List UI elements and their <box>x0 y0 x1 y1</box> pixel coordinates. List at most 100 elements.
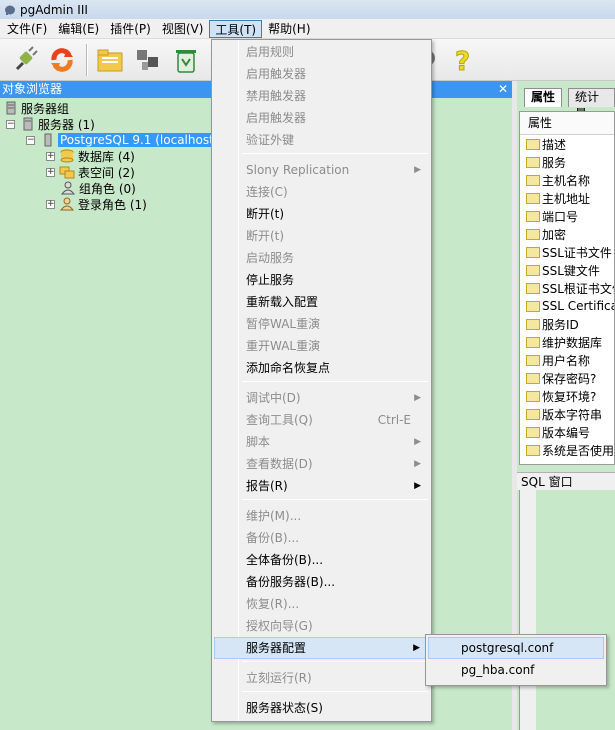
property-row[interactable]: 版本编号 <box>520 423 614 441</box>
menu-item-add-restore-point[interactable]: 添加命名恢复点 <box>214 357 429 379</box>
property-row[interactable]: 用户名称 <box>520 351 614 369</box>
property-row[interactable]: 系统是否使用 <box>520 441 614 459</box>
menu-item-reload-config[interactable]: 重新载入配置 <box>214 291 429 313</box>
plug-icon[interactable] <box>6 42 42 78</box>
menu-item-enable-rules[interactable]: 启用规则 <box>214 41 429 63</box>
menu-item-slony-replication[interactable]: Slony Replication ▶ <box>214 159 429 181</box>
menu-item-enable-triggers-2[interactable]: 启用触发器 <box>214 107 429 129</box>
menu-item-label: 服务器状态(S) <box>246 701 323 715</box>
help-icon[interactable]: ? <box>444 42 480 78</box>
property-icon <box>526 372 540 384</box>
expand-icon[interactable]: + <box>46 199 55 209</box>
property-icon <box>526 264 540 276</box>
sql-gutter <box>520 490 536 730</box>
menu-item-server-status[interactable]: 服务器状态(S) <box>214 697 429 719</box>
menu-item-query-tool[interactable]: 查询工具(Q) Ctrl-E <box>214 409 429 431</box>
menu-item-connect[interactable]: 连接(C) <box>214 181 429 203</box>
panel-splitter[interactable] <box>512 81 517 730</box>
menu-item-debugging[interactable]: 调试中(D) ▶ <box>214 387 429 409</box>
menu-item-label: 授权向导(G) <box>246 619 313 633</box>
menu-item-stop-service[interactable]: 停止服务 <box>214 269 429 291</box>
property-row[interactable]: 服务 <box>520 153 614 171</box>
property-row[interactable]: 服务ID <box>520 315 614 333</box>
menu-item-label: 恢复(R)... <box>246 597 300 611</box>
property-row[interactable]: 恢复环境? <box>520 387 614 405</box>
property-row[interactable]: 主机地址 <box>520 189 614 207</box>
sql-pane[interactable] <box>519 490 615 730</box>
menu-view[interactable]: 视图(V) <box>157 20 209 38</box>
property-row[interactable]: 主机名称 <box>520 171 614 189</box>
menu-item-maintenance[interactable]: 维护(M)... <box>214 505 429 527</box>
menu-item-enable-triggers-1[interactable]: 启用触发器 <box>214 63 429 85</box>
property-row[interactable]: SSL证书文件 <box>520 243 614 261</box>
tree-node-server-group[interactable]: 服务器组 <box>4 100 69 116</box>
menu-item-view-data[interactable]: 查看数据(D) ▶ <box>214 453 429 475</box>
submenu-item-postgresql-conf[interactable]: postgresql.conf <box>428 637 604 659</box>
property-icon <box>526 426 540 438</box>
menu-item-restore[interactable]: 恢复(R)... <box>214 593 429 615</box>
menu-item-resume-wal-replay[interactable]: 重开WAL重演 <box>214 335 429 357</box>
menu-item-backup-globals[interactable]: 全体备份(B)... <box>214 549 429 571</box>
tree-node-group-roles[interactable]: 组角色 (0) <box>60 180 136 196</box>
menu-item-label: 重开WAL重演 <box>246 339 321 353</box>
property-row[interactable]: 加密 <box>520 225 614 243</box>
menu-item-backup-server[interactable]: 备份服务器(B)... <box>214 571 429 593</box>
property-row[interactable]: 端口号 <box>520 207 614 225</box>
menu-item-run-now[interactable]: 立刻运行(R) <box>214 667 429 689</box>
menu-item-pause-wal-replay[interactable]: 暂停WAL重演 <box>214 313 429 335</box>
menu-item-label: 验证外键 <box>246 133 295 147</box>
menu-item-reports[interactable]: 报告(R) ▶ <box>214 475 429 497</box>
property-label: 服务ID <box>542 317 579 332</box>
menu-item-disconnect-1[interactable]: 断开(t) <box>214 203 429 225</box>
menu-plugins[interactable]: 插件(P) <box>105 20 156 38</box>
menu-item-validate-fk[interactable]: 验证外键 <box>214 129 429 151</box>
menu-item-label: 查询工具(Q) <box>246 413 313 427</box>
property-row[interactable]: 保存密码? <box>520 369 614 387</box>
menu-separator <box>242 661 428 662</box>
close-icon[interactable]: ✕ <box>498 81 508 98</box>
property-icon <box>526 192 540 204</box>
menu-item-disable-triggers[interactable]: 禁用触发器 <box>214 85 429 107</box>
property-label: 服务 <box>542 155 567 170</box>
objects-icon[interactable] <box>130 42 166 78</box>
elephant-app-icon <box>5 5 15 15</box>
tree-node-databases[interactable]: + 数据库 (4) <box>46 148 135 164</box>
property-label: 恢复环境? <box>542 389 597 404</box>
property-row[interactable]: 版本字符串 <box>520 405 614 423</box>
tree-node-login-roles[interactable]: + 登录角色 (1) <box>46 196 147 212</box>
menu-separator <box>242 691 428 692</box>
menu-item-server-config[interactable]: 服务器配置 ▶ <box>214 637 429 659</box>
collapse-icon[interactable]: − <box>26 135 35 145</box>
tab-statistics[interactable]: 统计量 <box>568 88 615 121</box>
tree-node-tablespaces[interactable]: + 表空间 (2) <box>46 164 135 180</box>
property-row[interactable]: 维护数据库 <box>520 333 614 351</box>
menu-item-backup[interactable]: 备份(B)... <box>214 527 429 549</box>
menu-item-scripts[interactable]: 脚本 ▶ <box>214 431 429 453</box>
tree-node-postgres-server[interactable]: − PostgreSQL 9.1 (localhost:5 <box>26 132 228 148</box>
properties-column-header[interactable]: 属性 <box>520 112 614 135</box>
collapse-icon[interactable]: − <box>6 119 15 129</box>
property-icon <box>526 318 540 330</box>
property-row[interactable]: SSL Certificate <box>520 297 614 315</box>
menu-file[interactable]: 文件(F) <box>2 20 52 38</box>
property-row[interactable]: 描述 <box>520 135 614 153</box>
menu-edit[interactable]: 编辑(E) <box>53 20 104 38</box>
trash-icon[interactable] <box>168 42 204 78</box>
menu-item-start-service[interactable]: 启动服务 <box>214 247 429 269</box>
property-row[interactable]: SSL键文件 <box>520 261 614 279</box>
folder-icon[interactable] <box>92 42 128 78</box>
tools-menu: 启用规则 启用触发器 禁用触发器 启用触发器 验证外键 Slony Replication… <box>211 39 432 722</box>
menu-help[interactable]: 帮助(H) <box>263 20 315 38</box>
property-row[interactable]: SSL根证书文件 <box>520 279 614 297</box>
expand-icon[interactable]: + <box>46 151 55 161</box>
menu-item-grant-wizard[interactable]: 授权向导(G) <box>214 615 429 637</box>
submenu-item-pg-hba-conf[interactable]: pg_hba.conf <box>428 659 604 681</box>
menu-item-disconnect-2[interactable]: 断开(t) <box>214 225 429 247</box>
toolbar-separator <box>86 43 88 76</box>
submenu-arrow-icon: ▶ <box>414 393 421 403</box>
tree-node-servers[interactable]: − 服务器 (1) <box>6 116 95 132</box>
menu-tools[interactable]: 工具(T) <box>209 19 263 38</box>
tab-properties[interactable]: 属性 <box>524 88 563 107</box>
expand-icon[interactable]: + <box>46 167 55 177</box>
refresh-icon[interactable] <box>44 42 80 78</box>
